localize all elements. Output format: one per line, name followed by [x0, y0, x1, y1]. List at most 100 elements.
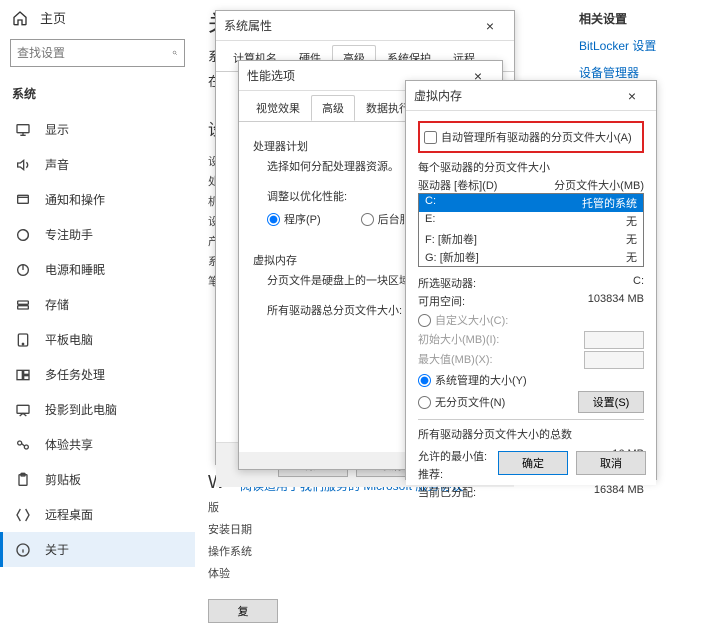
ok-button[interactable]: 确定 [498, 451, 568, 475]
sidebar-item-label: 多任务处理 [45, 366, 105, 383]
drive-row[interactable]: E: 无 [419, 212, 643, 230]
radio-custom-size[interactable]: 自定义大小(C): [418, 312, 644, 328]
max-size-input[interactable] [584, 351, 644, 369]
sidebar-item-tablet[interactable]: 平板电脑 [0, 322, 195, 357]
search-icon [172, 46, 178, 60]
drive-row[interactable]: G: [新加卷]无 [419, 248, 643, 266]
search-input-wrapper[interactable] [10, 39, 185, 67]
power-icon [15, 262, 31, 278]
multitask-icon [15, 367, 31, 383]
dialog-title: 系统属性 [224, 17, 272, 34]
cur-label: 当前已分配: [418, 484, 518, 500]
auto-manage-highlight: 自动管理所有驱动器的分页文件大小(A) [418, 121, 644, 153]
drive-row[interactable]: F: [新加卷]无 [419, 230, 643, 248]
radio-services-input[interactable] [361, 213, 374, 226]
max-size-label: 最大值(MB)(X): [418, 351, 518, 369]
tab-advanced[interactable]: 高级 [311, 95, 355, 121]
radio-no-paging[interactable]: 无分页文件(N) [418, 394, 505, 410]
remote-icon [15, 507, 31, 523]
auto-manage-checkbox[interactable]: 自动管理所有驱动器的分页文件大小(A) [424, 129, 638, 145]
cancel-button[interactable]: 取消 [576, 451, 646, 475]
sidebar-item-about[interactable]: 关于 [0, 532, 195, 567]
each-drive-label: 每个驱动器的分页文件大小 [418, 159, 644, 175]
sidebar-item-label: 远程桌面 [45, 506, 93, 523]
radio-none-input[interactable] [418, 396, 431, 409]
related-settings: 相关设置 BitLocker 设置 设备管理器 [579, 10, 689, 91]
home-nav[interactable]: 主页 [0, 0, 195, 37]
home-icon [12, 10, 28, 26]
vmem-body: 自动管理所有驱动器的分页文件大小(A) 每个驱动器的分页文件大小 驱动器 [卷标… [406, 111, 656, 441]
sidebar-item-clipboard[interactable]: 剪贴板 [0, 462, 195, 497]
col-drive: 驱动器 [卷标](D) [418, 177, 497, 193]
search-input[interactable] [17, 46, 172, 60]
dialog-title: 性能选项 [247, 67, 295, 84]
sidebar-item-label: 剪贴板 [45, 471, 81, 488]
sidebar-item-remote[interactable]: 远程桌面 [0, 497, 195, 532]
sidebar-item-sound[interactable]: 声音 [0, 147, 195, 182]
drive-row[interactable]: C: 托管的系统 [419, 194, 643, 212]
dialog-title: 虚拟内存 [414, 87, 462, 104]
clipboard-icon [15, 472, 31, 488]
radio-programs-input[interactable] [267, 213, 280, 226]
settings-sidebar: 主页 系统 显示 声音 通知和操作 专注助手 电源和睡眠 存储 平板电脑 多任务… [0, 0, 195, 500]
available-value: 103834 MB [588, 293, 644, 309]
project-icon [15, 402, 31, 418]
dialog-titlebar[interactable]: 虚拟内存 × [406, 81, 656, 111]
set-button[interactable]: 设置(S) [578, 391, 644, 413]
sidebar-item-storage[interactable]: 存储 [0, 287, 195, 322]
sidebar-item-power[interactable]: 电源和睡眠 [0, 252, 195, 287]
available-label: 可用空间: [418, 293, 518, 309]
sidebar-item-label: 关于 [45, 541, 69, 558]
sidebar-item-label: 平板电脑 [45, 331, 93, 348]
tab-visual[interactable]: 视觉效果 [245, 95, 311, 121]
sidebar-item-multitask[interactable]: 多任务处理 [0, 357, 195, 392]
radio-custom-input[interactable] [418, 314, 431, 327]
close-icon[interactable]: × [474, 18, 506, 34]
sidebar-item-label: 显示 [45, 121, 69, 138]
sidebar-item-label: 声音 [45, 156, 69, 173]
sound-icon [15, 157, 31, 173]
info-icon [15, 542, 31, 558]
cur-value: 16384 MB [594, 484, 644, 500]
sidebar-item-label: 通知和操作 [45, 191, 105, 208]
col-size: 分页文件大小(MB) [554, 177, 644, 193]
display-icon [15, 122, 31, 138]
sidebar-item-label: 投影到此电脑 [45, 401, 117, 418]
about-version: 版 [208, 499, 408, 515]
storage-icon [15, 297, 31, 313]
sidebar-item-label: 专注助手 [45, 226, 93, 243]
section-title: 系统 [0, 79, 195, 112]
close-icon[interactable]: × [616, 88, 648, 104]
virtual-memory-dialog: 虚拟内存 × 自动管理所有驱动器的分页文件大小(A) 每个驱动器的分页文件大小 … [405, 80, 657, 480]
copy-button[interactable]: 复 [208, 599, 278, 623]
auto-manage-input[interactable] [424, 131, 437, 144]
about-install: 安装日期 [208, 521, 408, 537]
radio-programs[interactable]: 程序(P) [267, 211, 321, 227]
radio-system-managed[interactable]: 系统管理的大小(Y) [418, 372, 644, 388]
drive-list[interactable]: C: 托管的系统 E: 无 F: [新加卷]无 G: [新加卷]无 H: [Wi… [418, 193, 644, 267]
divider [418, 419, 644, 420]
initial-size-label: 初始大小(MB)(I): [418, 331, 518, 349]
initial-size-input[interactable] [584, 331, 644, 349]
dialog-titlebar[interactable]: 系统属性 × [216, 11, 514, 41]
total-title: 所有驱动器分页文件大小的总数 [418, 426, 644, 442]
selected-drive-value: C: [633, 275, 644, 291]
sidebar-item-label: 体验共享 [45, 436, 93, 453]
radio-system-input[interactable] [418, 374, 431, 387]
device-manager-link[interactable]: 设备管理器 [579, 64, 689, 81]
about-osbuild: 操作系统 [208, 543, 408, 559]
notification-icon [15, 192, 31, 208]
sidebar-item-shared[interactable]: 体验共享 [0, 427, 195, 462]
sidebar-item-project[interactable]: 投影到此电脑 [0, 392, 195, 427]
related-title: 相关设置 [579, 10, 689, 27]
shared-icon [15, 437, 31, 453]
home-label: 主页 [40, 8, 66, 27]
focus-icon [15, 227, 31, 243]
bitlocker-link[interactable]: BitLocker 设置 [579, 37, 689, 54]
selected-drive-label: 所选驱动器: [418, 275, 518, 291]
sidebar-item-focus[interactable]: 专注助手 [0, 217, 195, 252]
sidebar-item-display[interactable]: 显示 [0, 112, 195, 147]
drive-row[interactable]: H: [Windows10]无 [419, 266, 643, 267]
drive-list-header: 驱动器 [卷标](D) 分页文件大小(MB) [418, 177, 644, 193]
sidebar-item-notifications[interactable]: 通知和操作 [0, 182, 195, 217]
